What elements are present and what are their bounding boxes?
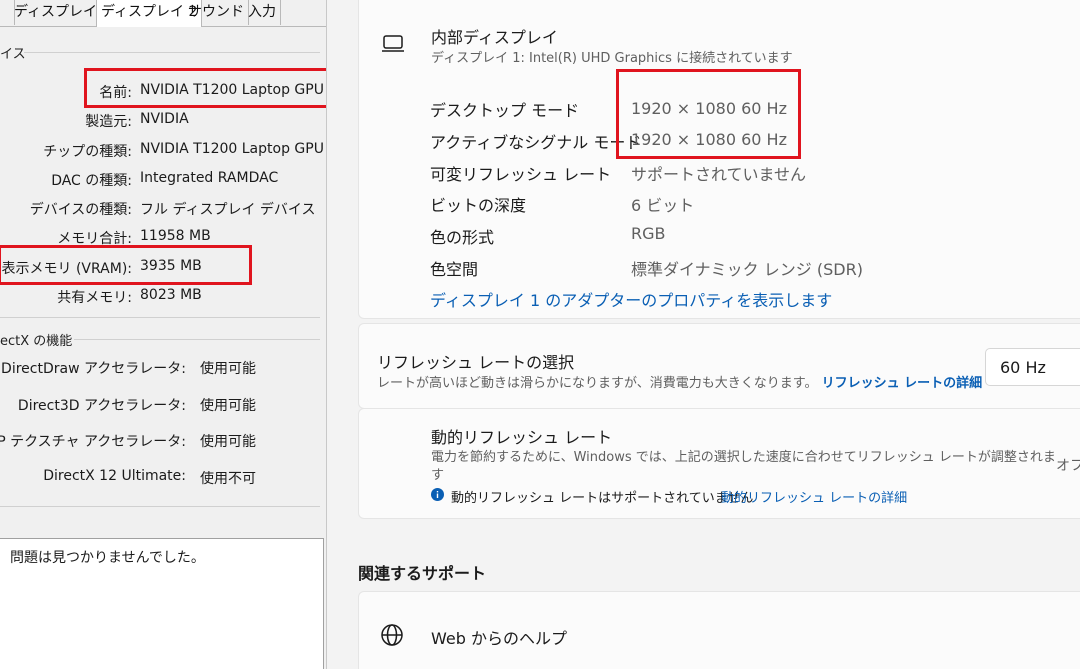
feature-row-directdraw: DirectDraw アクセラレータ: 使用可能 — [0, 358, 326, 380]
display-title: 内部ディスプレイ — [431, 28, 558, 47]
info-row-shared-memory: 共有メモリ: 8023 MB — [0, 287, 326, 309]
notes-divider — [0, 506, 320, 507]
adapter-properties-link[interactable]: ディスプレイ 1 のアダプターのプロパティを表示します — [430, 287, 832, 311]
display-subtitle: ディスプレイ 1: Intel(R) UHD Graphics に接続されていま… — [431, 51, 793, 66]
dynamic-title: 動的リフレッシュ レート — [431, 428, 613, 447]
feature-key: Direct3D アクセラレータ: — [17, 398, 186, 414]
notes-text: 問題は見つかりませんでした。 — [10, 550, 205, 566]
settings-panel: 内部ディスプレイ ディスプレイ 1: Intel(R) UHD Graphics… — [327, 0, 1080, 669]
device-section-title: イス — [0, 47, 26, 62]
feature-value: 使用可能 — [200, 361, 256, 377]
feature-row-dx12-ultimate: DirectX 12 Ultimate: 使用不可 — [0, 468, 326, 490]
prop-key: 色空間 — [430, 260, 479, 279]
feature-key: DirectDraw アクセラレータ: — [1, 361, 186, 377]
prop-value: サポートされていません — [631, 165, 807, 184]
prop-value: 標準ダイナミック レンジ (SDR) — [631, 260, 863, 279]
tab-bar: ディスプレイ 1 ディスプレイ 2 サウンド 入力 — [0, 0, 326, 27]
highlight-box-vram — [0, 245, 252, 285]
info-row-dac-type: DAC の種類: Integrated RAMDAC — [0, 170, 326, 192]
dxdiag-window: ディスプレイ 1 ディスプレイ 2 サウンド 入力 イス 名前: NVIDIA … — [0, 0, 327, 669]
prop-key: アクティブなシグナル モード — [430, 133, 642, 152]
highlight-box-name — [84, 68, 326, 108]
prop-key: 色の形式 — [430, 228, 495, 247]
device-section-divider — [24, 52, 320, 53]
info-key: チップの種類: — [43, 144, 132, 160]
directx-section-divider — [74, 339, 320, 340]
related-support-heading: 関連するサポート — [358, 564, 487, 583]
prop-value: 6 ビット — [631, 196, 695, 215]
refresh-rate-value: 60 Hz — [1000, 358, 1046, 377]
info-row-manufacturer: 製造元: NVIDIA — [0, 111, 326, 133]
info-value: 11958 MB — [140, 228, 211, 244]
highlight-box-modes — [616, 69, 801, 159]
info-key: デバイスの種類: — [29, 202, 132, 218]
refresh-desc-text: レートが高いほど動きは滑らかになりますが、消費電力も大きくなります。 — [377, 376, 818, 391]
dynamic-desc-line1: 電力を節約するために、Windows では、上記の選択した速度に合わせてリフレッ… — [431, 450, 1056, 465]
dynamic-details-link[interactable]: 動的リフレッシュ レートの詳細 — [721, 487, 907, 506]
monitor-icon — [382, 34, 406, 58]
notes-textbox[interactable]: 問題は見つかりませんでした。 — [0, 538, 324, 669]
feature-row-agp: AGP テクスチャ アクセラレータ: 使用可能 — [0, 431, 326, 453]
feature-key: DirectX 12 Ultimate: — [43, 468, 186, 484]
prop-key: ビットの深度 — [430, 196, 527, 215]
feature-value: 使用不可 — [200, 471, 256, 487]
info-value: 8023 MB — [140, 287, 202, 303]
dynamic-toggle-label[interactable]: オフ — [1056, 455, 1080, 475]
prop-value: RGB — [631, 224, 666, 243]
info-icon — [431, 488, 444, 501]
tab-sound[interactable]: サウンド — [184, 0, 249, 25]
info-row-chip-type: チップの種類: NVIDIA T1200 Laptop GPU — [0, 141, 326, 163]
dynamic-refresh-card: 動的リフレッシュ レート 電力を節約するために、Windows では、上記の選択… — [358, 408, 1080, 519]
info-key: DAC の種類: — [51, 173, 132, 189]
web-help-label: Web からのヘルプ — [431, 629, 567, 648]
directx-section-title: ectX の機能 — [0, 334, 73, 349]
tab-input[interactable]: 入力 — [244, 0, 281, 25]
info-row-device-type: デバイスの種類: フル ディスプレイ デバイス — [0, 199, 326, 221]
info-value: NVIDIA — [140, 111, 189, 127]
info-key: 製造元: — [85, 114, 132, 130]
refresh-title: リフレッシュ レートの選択 — [377, 353, 575, 372]
refresh-rate-card: リフレッシュ レートの選択 レートが高いほど動きは滑らかになりますが、消費電力も… — [358, 323, 1080, 409]
feature-value: 使用可能 — [200, 434, 256, 450]
feature-row-direct3d: Direct3D アクセラレータ: 使用可能 — [0, 395, 326, 417]
info-key: 共有メモリ: — [57, 290, 132, 306]
section-divider — [0, 317, 320, 318]
prop-key: デスクトップ モード — [430, 101, 580, 120]
web-help-card[interactable]: Web からのヘルプ — [358, 591, 1080, 669]
globe-icon — [379, 622, 405, 652]
refresh-desc: レートが高いほど動きは滑らかになりますが、消費電力も大きくなります。 リフレッシ… — [377, 372, 982, 391]
feature-key: AGP テクスチャ アクセラレータ: — [0, 434, 186, 450]
refresh-details-link[interactable]: リフレッシュ レートの詳細 — [822, 376, 983, 391]
info-value: NVIDIA T1200 Laptop GPU — [140, 141, 324, 157]
prop-key: 可変リフレッシュ レート — [430, 165, 612, 184]
dynamic-note: 動的リフレッシュ レートはサポートされていません — [451, 491, 754, 506]
info-value: Integrated RAMDAC — [140, 170, 279, 186]
feature-value: 使用可能 — [200, 398, 256, 414]
dynamic-desc-line2: す — [431, 468, 445, 483]
refresh-rate-dropdown[interactable]: 60 Hz — [985, 348, 1080, 386]
info-value: フル ディスプレイ デバイス — [140, 202, 316, 218]
